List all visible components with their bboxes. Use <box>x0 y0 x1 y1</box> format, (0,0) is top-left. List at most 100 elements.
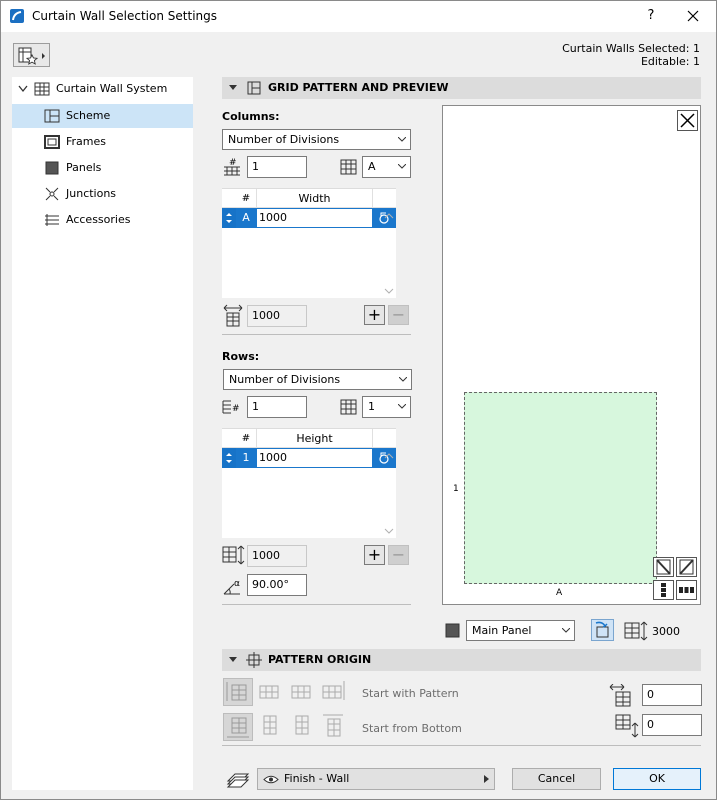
pattern-origin-section-header[interactable]: PATTERN ORIGIN <box>222 649 701 671</box>
grid-preview[interactable]: 1 A <box>442 105 701 605</box>
column-pattern-select[interactable]: A <box>362 156 411 178</box>
tree-item-junctions[interactable]: Junctions <box>12 182 193 206</box>
chevron-down-icon <box>398 404 406 409</box>
tree-item-frames[interactable]: Frames <box>12 130 193 154</box>
origin-bottom-icon <box>227 717 249 738</box>
tree-item-scheme[interactable]: Scheme <box>12 104 193 128</box>
window-title: Curtain Wall Selection Settings <box>32 9 217 23</box>
panel-type-value: Main Panel <box>472 624 532 637</box>
tree-item-label: Panels <box>66 161 102 174</box>
preview-panel[interactable] <box>464 392 657 584</box>
accessories-icon <box>45 214 59 226</box>
diagonal-right-button[interactable] <box>676 557 697 577</box>
rows-mode-select[interactable]: Number of Divisions <box>223 369 412 390</box>
collapse-icon[interactable] <box>229 85 237 90</box>
tree-item-label: Frames <box>66 135 107 148</box>
svg-text:α: α <box>234 579 240 589</box>
apply-panel-icon <box>595 621 609 638</box>
ok-button[interactable]: OK <box>613 768 701 790</box>
column-total-field: 1000 <box>247 305 307 327</box>
offset-y-input[interactable]: 0 <box>642 714 702 736</box>
help-button[interactable]: ? <box>641 6 661 26</box>
columns-mode-value: Number of Divisions <box>228 133 340 146</box>
panel-height-value: 3000 <box>652 625 680 638</box>
row-pattern-select[interactable]: 1 <box>362 396 411 418</box>
origin-start-right-button[interactable] <box>319 678 349 706</box>
diagonal-left-icon <box>656 559 671 575</box>
column-pattern-icon <box>340 159 357 175</box>
tree-item-curtain-wall-system[interactable]: Curtain Wall System <box>12 77 193 101</box>
add-row-button[interactable]: + <box>364 545 385 565</box>
chevron-down-icon <box>398 164 406 169</box>
tree-item-accessories[interactable]: Accessories <box>12 208 193 232</box>
column-count-icon: # <box>224 158 240 176</box>
section-title: GRID PATTERN AND PREVIEW <box>268 81 449 94</box>
table-row[interactable]: 1 1000 <box>222 448 396 468</box>
origin-center-left-button[interactable] <box>255 678 285 706</box>
chevron-down-icon <box>399 377 407 382</box>
row-index: 1 <box>236 448 256 468</box>
scrollbar[interactable] <box>382 211 396 299</box>
origin-top-icon <box>323 714 343 737</box>
row-total-icon <box>222 545 245 565</box>
panel-icon <box>445 623 460 638</box>
divider <box>222 745 701 746</box>
width-cell[interactable]: 1000 <box>256 208 373 228</box>
drag-handle-icon[interactable] <box>222 208 236 228</box>
section-title: PATTERN ORIGIN <box>268 653 372 666</box>
columns-table: # Width A 1000 <box>222 188 396 298</box>
tree-item-label: Accessories <box>66 213 131 226</box>
drag-handle-icon[interactable] <box>222 448 236 468</box>
remove-row-button[interactable]: − <box>388 545 409 565</box>
tree-item-panels[interactable]: Panels <box>12 156 193 180</box>
chevron-down-icon[interactable] <box>18 85 28 93</box>
preview-close-button[interactable] <box>677 110 698 131</box>
horizontal-split-icon <box>679 587 694 593</box>
panel-type-select[interactable]: Main Panel <box>466 620 575 641</box>
collapse-icon[interactable] <box>229 657 237 662</box>
svg-text:#: # <box>232 404 240 414</box>
origin-center-bottom-button[interactable] <box>255 713 285 741</box>
table-row[interactable]: A 1000 <box>222 208 396 228</box>
grid-pattern-section-header[interactable]: GRID PATTERN AND PREVIEW <box>222 77 701 99</box>
scrollbar[interactable] <box>382 451 396 539</box>
row-pattern-icon <box>340 399 357 415</box>
offset-x-input[interactable]: 0 <box>642 684 702 706</box>
width-header: Width <box>256 189 373 208</box>
origin-start-left-button[interactable] <box>223 678 253 706</box>
columns-table-header: # Width <box>222 189 396 208</box>
layer-name: Finish - Wall <box>284 772 350 785</box>
columns-label: Columns: <box>222 110 280 123</box>
add-column-button[interactable]: + <box>364 305 385 325</box>
origin-start-top-button[interactable] <box>319 713 349 741</box>
rows-table-header: # Height <box>222 429 396 448</box>
row-index: A <box>236 208 256 228</box>
cancel-button[interactable]: Cancel <box>512 768 601 790</box>
favorites-button[interactable] <box>13 43 50 67</box>
row-pattern-value: 1 <box>368 400 375 413</box>
vertical-split-button[interactable] <box>653 580 674 600</box>
tree-item-label: Scheme <box>66 109 111 122</box>
close-icon[interactable] <box>681 6 705 26</box>
selection-info: Curtain Walls Selected: 1 Editable: 1 <box>562 42 700 68</box>
frames-icon <box>44 135 60 149</box>
row-count-input[interactable]: 1 <box>247 396 307 418</box>
remove-column-button[interactable]: − <box>388 305 409 325</box>
origin-start-bottom-button[interactable] <box>223 713 253 741</box>
angle-input[interactable]: 90.00° <box>247 574 307 596</box>
favorites-icon <box>18 47 45 65</box>
origin-center-right-button[interactable] <box>287 678 317 706</box>
horizontal-split-button[interactable] <box>676 580 697 600</box>
chevron-down-icon <box>562 628 570 633</box>
diagonal-left-button[interactable] <box>653 557 674 577</box>
rows-mode-value: Number of Divisions <box>229 373 341 386</box>
layer-select-button[interactable]: Finish - Wall <box>257 768 495 790</box>
columns-mode-select[interactable]: Number of Divisions <box>222 129 411 150</box>
column-count-input[interactable]: 1 <box>247 156 307 178</box>
vertical-split-icon <box>661 583 666 597</box>
height-cell[interactable]: 1000 <box>256 448 373 468</box>
apply-panel-button[interactable] <box>591 619 614 641</box>
chevron-right-icon <box>484 775 489 783</box>
rows-label: Rows: <box>222 350 260 363</box>
origin-center-top-button[interactable] <box>287 713 317 741</box>
